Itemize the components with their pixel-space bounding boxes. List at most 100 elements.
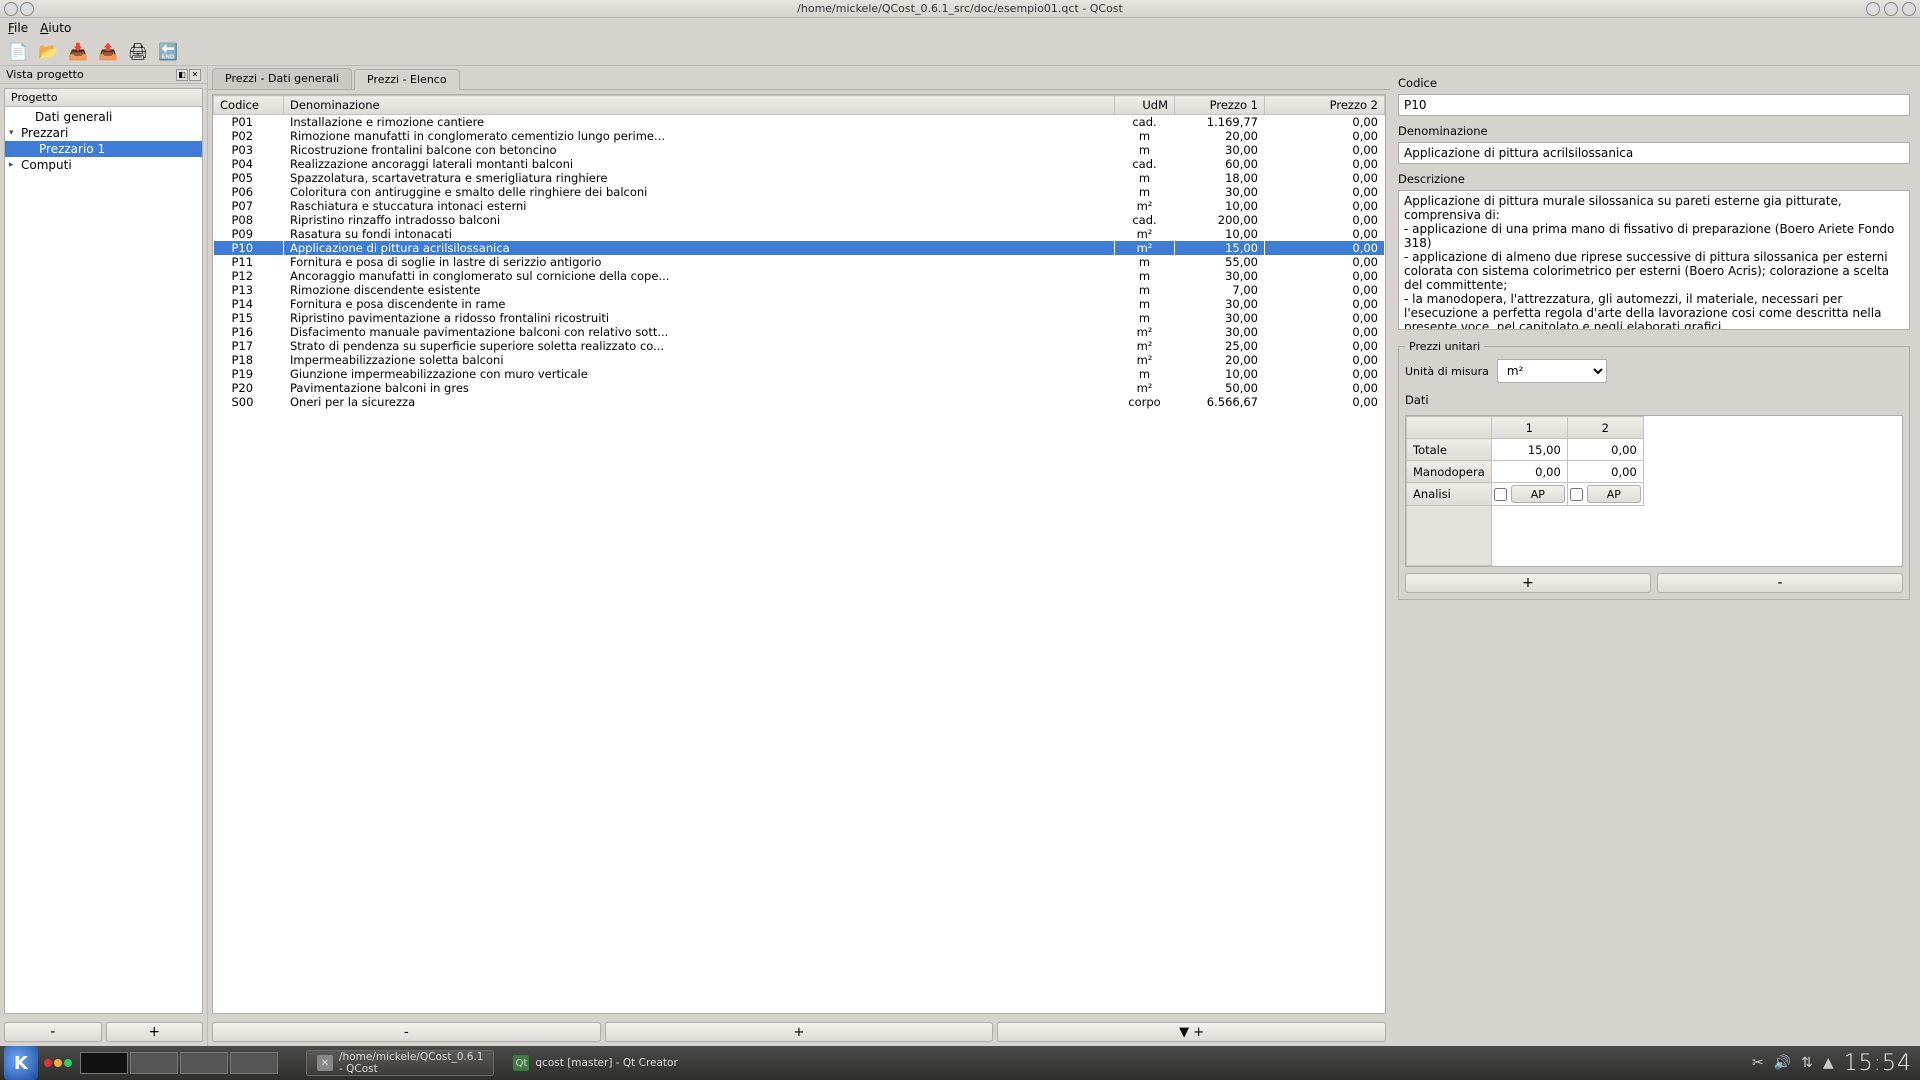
tree-item-computi[interactable]: ▸Computi (5, 157, 202, 173)
totale-2[interactable]: 0,00 (1567, 439, 1643, 461)
project-panel: Vista progetto ◧ ✕ Progetto Dati general… (0, 66, 208, 1046)
manodopera-1[interactable]: 0,00 (1491, 461, 1567, 483)
unita-misura-select[interactable]: m² (1497, 359, 1607, 383)
prezzi-unitari-legend: Prezzi unitari (1405, 340, 1484, 353)
tree-header: Progetto (5, 89, 202, 107)
window-close-icon[interactable] (1902, 2, 1916, 16)
table-row[interactable]: P02Rimozione manufatti in conglomerato c… (214, 129, 1385, 143)
panel-close-icon[interactable]: ✕ (189, 69, 201, 81)
descrizione-textarea[interactable] (1398, 190, 1910, 330)
dati-col2[interactable]: 2 (1567, 417, 1643, 439)
tab-dati-generali[interactable]: Prezzi - Dati generali (212, 68, 352, 89)
desktop-pager[interactable] (80, 1052, 278, 1074)
new-file-icon[interactable]: 📄 (6, 40, 30, 64)
denominazione-label: Denominazione (1398, 124, 1910, 138)
tray-volume-icon[interactable]: 🔊 (1774, 1055, 1791, 1071)
col-denominazione[interactable]: Denominazione (284, 96, 1115, 115)
prezzi-unitari-group: Prezzi unitari Unità di misura m² Dati 1… (1398, 340, 1910, 600)
tray-updates-icon[interactable]: ▲ (1823, 1055, 1834, 1071)
window-maximize-icon[interactable] (1884, 2, 1898, 16)
analisi-1-ap-button[interactable]: AP (1511, 485, 1565, 503)
col-prezzo1[interactable]: Prezzo 1 (1175, 96, 1265, 115)
table-row[interactable]: P19Giunzione impermeabilizzazione con mu… (214, 367, 1385, 381)
grid-add-child-button[interactable]: ▼ + (997, 1022, 1386, 1042)
totale-1[interactable]: 15,00 (1491, 439, 1567, 461)
col-prezzo2[interactable]: Prezzo 2 (1265, 96, 1385, 115)
table-row[interactable]: P17Strato di pendenza su superficie supe… (214, 339, 1385, 353)
table-row[interactable]: S00Oneri per la sicurezzacorpo6.566,670,… (214, 395, 1385, 409)
tray-clipboard-icon[interactable]: ✂ (1752, 1055, 1764, 1071)
taskbar: K ✕ /home/mickele/QCost_0.6.1- QCost Qt … (0, 1046, 1920, 1080)
window-minimize-icon[interactable] (1866, 2, 1880, 16)
table-row[interactable]: P07Raschiatura e stuccatura intonaci est… (214, 199, 1385, 213)
analisi-2-checkbox[interactable] (1570, 488, 1583, 501)
tabs: Prezzi - Dati generali Prezzi - Elenco (208, 66, 1390, 90)
dati-row-analisi: Analisi (1407, 483, 1492, 506)
grid-add-button[interactable]: + (605, 1022, 994, 1042)
exit-icon[interactable]: 🔚 (156, 40, 180, 64)
table-row[interactable]: P06Coloritura con antiruggine e smalto d… (214, 185, 1385, 199)
panel-undock-icon[interactable]: ◧ (176, 69, 188, 81)
window-title: /home/mickele/QCost_0.6.1_src/doc/esempi… (797, 2, 1123, 15)
tree-item-dati-generali[interactable]: Dati generali (5, 109, 202, 125)
table-row[interactable]: P05Spazzolatura, scartavetratura e smeri… (214, 171, 1385, 185)
col-udm[interactable]: UdM (1115, 96, 1175, 115)
project-panel-title: Vista progetto ◧ ✕ (0, 66, 207, 84)
descrizione-label: Descrizione (1398, 172, 1910, 186)
qt-icon: Qt (513, 1055, 529, 1071)
denominazione-input[interactable] (1398, 142, 1910, 164)
table-row[interactable]: P15Ripristino pavimentazione a ridosso f… (214, 311, 1385, 325)
window-titlebar: /home/mickele/QCost_0.6.1_src/doc/esempi… (0, 0, 1920, 18)
table-row[interactable]: P18Impermeabilizzazione soletta balconim… (214, 353, 1385, 367)
grid-remove-button[interactable]: - (212, 1022, 601, 1042)
menu-file[interactable]: File (8, 21, 28, 35)
codice-label: Codice (1398, 76, 1910, 90)
task-item-qtcreator[interactable]: Qt qcost [master] - Qt Creator (502, 1050, 688, 1076)
project-tree[interactable]: Progetto Dati generali ▾Prezzari Prezzar… (4, 88, 203, 1014)
center-panel: Prezzi - Dati generali Prezzi - Elenco C… (208, 66, 1390, 1046)
table-row[interactable]: P11Fornitura e posa di soglie in lastre … (214, 255, 1385, 269)
analisi-2-ap-button[interactable]: AP (1587, 485, 1641, 503)
table-row[interactable]: P20Pavimentazione balconi in gresm²50,00… (214, 381, 1385, 395)
app-icon: ✕ (317, 1055, 333, 1071)
task-item-qcost[interactable]: ✕ /home/mickele/QCost_0.6.1- QCost (306, 1050, 494, 1076)
dati-row-manodopera: Manodopera (1407, 461, 1492, 483)
kde-menu-icon[interactable]: K (4, 1046, 38, 1080)
table-row[interactable]: P12Ancoraggio manufatti in conglomerato … (214, 269, 1385, 283)
tree-remove-button[interactable]: - (4, 1022, 102, 1042)
menu-help[interactable]: Aiuto (40, 21, 71, 35)
price-grid[interactable]: Codice Denominazione UdM Prezzo 1 Prezzo… (212, 94, 1386, 1014)
tree-add-button[interactable]: + (106, 1022, 204, 1042)
table-row[interactable]: P04Realizzazione ancoraggi laterali mont… (214, 157, 1385, 171)
table-row[interactable]: P01Installazione e rimozione cantierecad… (214, 115, 1385, 130)
manodopera-2[interactable]: 0,00 (1567, 461, 1643, 483)
menubar: File Aiuto (0, 18, 1920, 38)
print-icon[interactable]: 🖨 (126, 40, 150, 64)
table-row[interactable]: P09Rasatura su fondi intonacatim²10,000,… (214, 227, 1385, 241)
activity-dots[interactable] (44, 1059, 72, 1067)
table-row[interactable]: P14Fornitura e posa discendente in ramem… (214, 297, 1385, 311)
save-as-icon[interactable]: 📤 (96, 40, 120, 64)
table-row[interactable]: P03Ricostruzione frontalini balcone con … (214, 143, 1385, 157)
analisi-1-checkbox[interactable] (1494, 488, 1507, 501)
project-panel-title-text: Vista progetto (6, 68, 84, 81)
window-menu-icon[interactable] (4, 2, 18, 16)
table-row[interactable]: P13Rimozione discendente esistentem7,000… (214, 283, 1385, 297)
table-row[interactable]: P08Ripristino rinzaffo intradosso balcon… (214, 213, 1385, 227)
codice-input[interactable] (1398, 94, 1910, 116)
tab-elenco[interactable]: Prezzi - Elenco (354, 69, 460, 90)
dati-remove-button[interactable]: - (1657, 573, 1903, 593)
tree-item-prezzario1[interactable]: Prezzario 1 (5, 141, 202, 157)
col-codice[interactable]: Codice (214, 96, 284, 115)
tray-network-icon[interactable]: ⇅ (1801, 1055, 1813, 1071)
unita-misura-label: Unità di misura (1405, 365, 1489, 378)
dati-col1[interactable]: 1 (1491, 417, 1567, 439)
tree-item-prezzari[interactable]: ▾Prezzari (5, 125, 202, 141)
table-row[interactable]: P10Applicazione di pittura acrilsilossan… (214, 241, 1385, 255)
dati-add-button[interactable]: + (1405, 573, 1651, 593)
taskbar-clock[interactable]: 15:54 (1844, 1051, 1912, 1076)
open-folder-icon[interactable]: 📂 (36, 40, 60, 64)
save-icon[interactable]: 📥 (66, 40, 90, 64)
table-row[interactable]: P16Disfacimento manuale pavimentazione b… (214, 325, 1385, 339)
window-pin-icon[interactable] (20, 2, 34, 16)
